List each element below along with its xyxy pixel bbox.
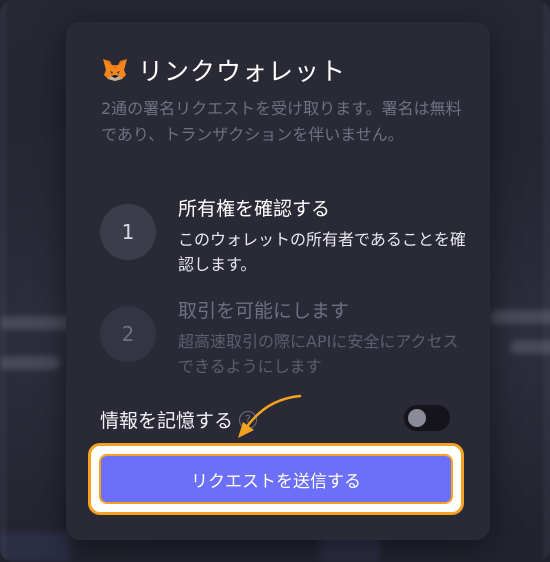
remember-toggle[interactable] — [404, 405, 450, 431]
background-blurred-text — [0, 356, 60, 370]
step-title: 取引を可能にします — [178, 300, 350, 322]
screen: リンクウォレット 2通の署名リクエストを受け取ります。署名は無料であり、トランザ… — [0, 0, 550, 562]
metamask-fox-icon — [103, 59, 127, 81]
link-wallet-modal: リンクウォレット 2通の署名リクエストを受け取ります。署名は無料であり、トランザ… — [66, 22, 490, 540]
toggle-knob — [408, 409, 426, 427]
background-blurred-block — [0, 532, 70, 562]
send-request-button[interactable]: リクエストを送信する — [99, 454, 453, 504]
step-title: 所有権を確認する — [178, 198, 331, 220]
annotation-arrow-icon — [238, 394, 302, 438]
background-blurred-text — [510, 340, 550, 354]
step-number-badge: 1 — [100, 204, 156, 260]
step-number-badge: 2 — [100, 306, 156, 362]
modal-title: リンクウォレット — [138, 57, 347, 86]
modal-header: リンクウォレット — [102, 52, 346, 88]
step-description: このウォレットの所有者であることを確認します。 — [178, 230, 466, 274]
background-column — [544, 0, 550, 562]
remember-label: 情報を記憶する — [100, 410, 234, 432]
modal-subtitle: 2通の署名リクエストを受け取ります。署名は無料であり、トランザクションを伴いませ… — [101, 99, 462, 144]
submit-highlight-frame: リクエストを送信する — [88, 443, 464, 515]
background-blurred-text — [490, 310, 550, 324]
step-description: 超高速取引の際にAPIに安全にアクセスできるようにします — [178, 332, 459, 376]
background-column — [0, 0, 6, 562]
